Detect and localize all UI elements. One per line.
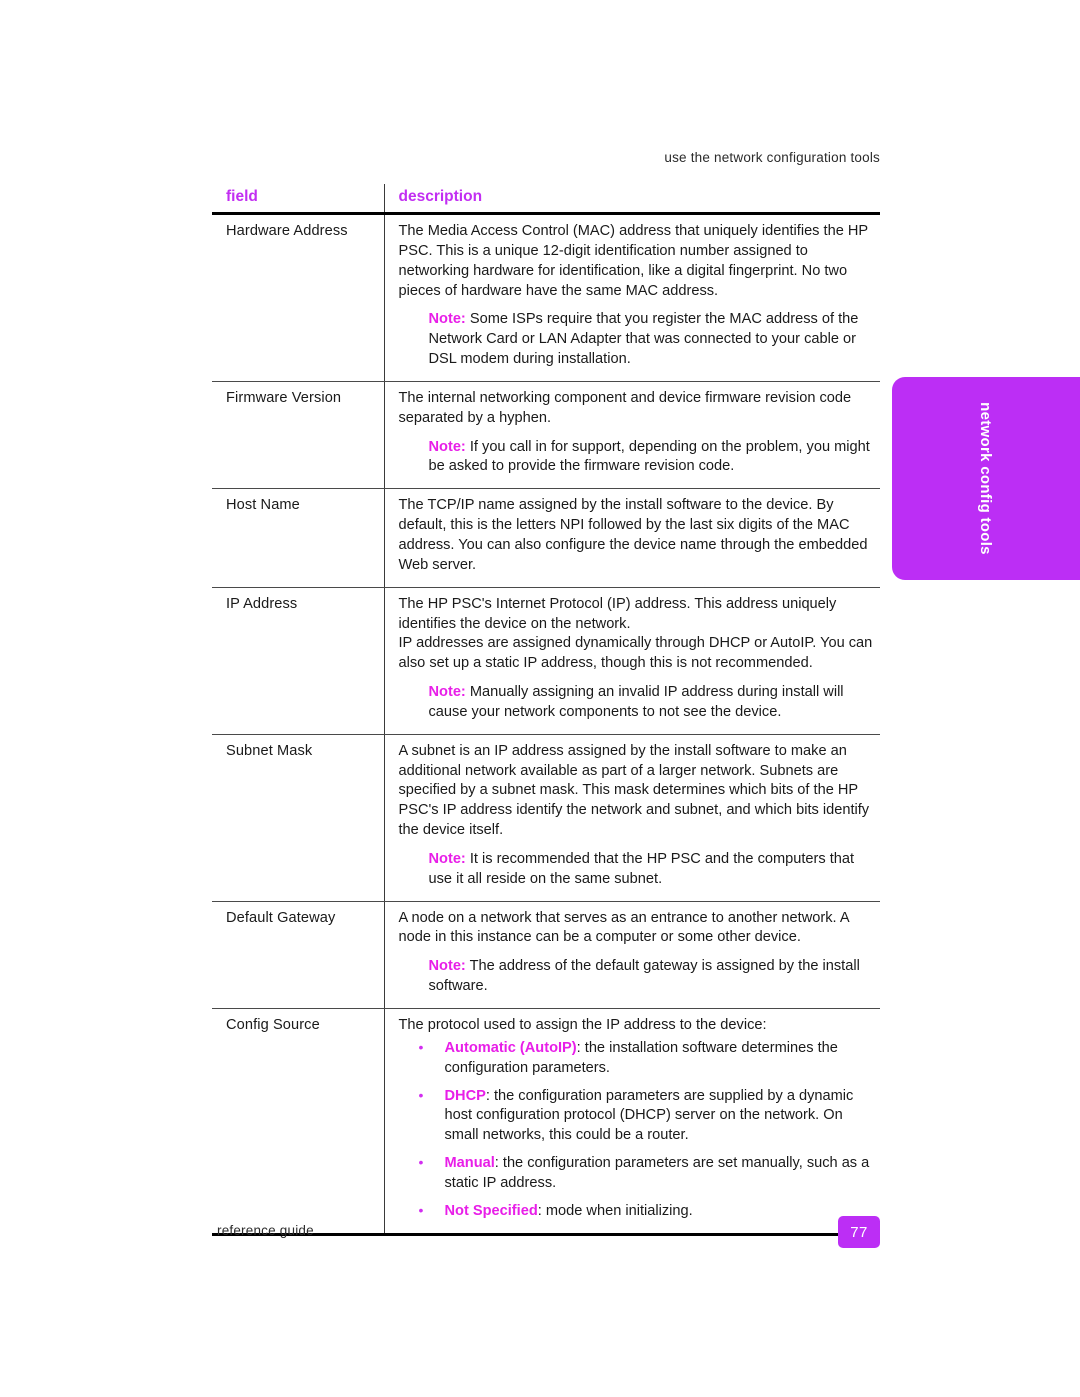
footer-label: reference guide <box>217 1223 314 1238</box>
table-row: Default Gateway A node on a network that … <box>212 901 880 1010</box>
side-thumb-tab: network config tools <box>892 377 1080 580</box>
note-label: Note: <box>428 850 466 867</box>
network-fields-table: field description Hardware Address The Me… <box>212 184 880 1233</box>
page-number-badge: 77 <box>838 1216 880 1248</box>
description-paragraph: The TCP/IP name assigned by the install … <box>398 497 868 573</box>
note-block: Note: Manually assigning an invalid IP a… <box>429 683 879 723</box>
note-block: Note: The address of the default gateway… <box>429 957 879 997</box>
note-block: Note: If you call in for support, depend… <box>429 438 879 478</box>
table-row: Config Source The protocol used to assign… <box>212 1008 880 1233</box>
field-name-cell: Default Gateway <box>212 901 384 1010</box>
field-description-cell: A node on a network that serves as an en… <box>383 901 880 1010</box>
bullet-term: Not Specified <box>444 1202 538 1219</box>
field-name-cell: Hardware Address <box>212 213 384 382</box>
field-name-cell: IP Address <box>212 587 384 735</box>
column-header-field: field <box>212 184 384 215</box>
bullet-text: : the configuration parameters are suppl… <box>444 1087 854 1144</box>
note-text: It is recommended that the HP PSC and th… <box>428 850 855 887</box>
field-name-cell: Host Name <box>212 488 384 588</box>
note-label: Note: <box>428 311 466 328</box>
field-description-cell: The internal networking component and de… <box>383 381 880 490</box>
bullet-text: : the configuration parameters are set m… <box>444 1155 870 1191</box>
note-text: Manually assigning an invalid IP address… <box>428 684 844 720</box>
table-row: IP Address The HP PSC's Internet Protocol… <box>212 587 880 735</box>
note-block: Note: It is recommended that the HP PSC … <box>429 850 879 890</box>
table-row: Host Name The TCP/IP name assigned by the… <box>212 488 880 588</box>
column-header-description: description <box>383 184 880 215</box>
field-name-cell: Config Source <box>226 1017 320 1033</box>
bullet-item: DHCP: the configuration parameters are s… <box>399 1086 879 1147</box>
field-description-cell: A subnet is an IP address assigned by th… <box>383 734 880 902</box>
config-source-bullet-list: Automatic (AutoIP): the installation sof… <box>399 1038 879 1222</box>
description-paragraph: The Media Access Control (MAC) address t… <box>398 223 868 299</box>
description-paragraph: IP addresses are assigned dynamically th… <box>398 635 873 672</box>
bullet-text: : mode when initializing. <box>537 1202 693 1219</box>
table-header-row: field description <box>212 184 880 215</box>
bullet-term: Automatic (AutoIP) <box>444 1039 577 1056</box>
bullet-term: DHCP <box>444 1087 486 1104</box>
side-thumb-tab-label: network config tools <box>977 402 995 555</box>
description-paragraph: The HP PSC's Internet Protocol (IP) addr… <box>398 595 837 632</box>
note-label: Note: <box>428 438 466 455</box>
note-text: The address of the default gateway is as… <box>428 958 860 995</box>
description-paragraph: The internal networking component and de… <box>398 389 852 426</box>
note-text: Some ISPs require that you register the … <box>428 311 859 368</box>
field-description-cell: The protocol used to assign the IP addre… <box>383 1008 880 1233</box>
table-row: Firmware Version The internal networking … <box>212 381 880 490</box>
network-fields-table-wrapper: field description Hardware Address The Me… <box>212 184 880 1237</box>
field-name-cell: Firmware Version <box>212 381 384 490</box>
bullet-item: Not Specified: mode when initializing. <box>399 1201 879 1222</box>
note-text: If you call in for support, depending on… <box>428 438 870 475</box>
field-description-cell: The HP PSC's Internet Protocol (IP) addr… <box>383 587 880 735</box>
field-description-cell: The Media Access Control (MAC) address t… <box>383 213 880 382</box>
field-description-cell: The TCP/IP name assigned by the install … <box>383 488 880 588</box>
running-header: use the network configuration tools <box>664 150 880 165</box>
note-label: Note: <box>428 958 466 975</box>
bullet-item: Automatic (AutoIP): the installation sof… <box>399 1038 879 1079</box>
bullet-item: Manual: the configuration parameters are… <box>399 1153 879 1194</box>
table-row: Hardware Address The Media Access Control… <box>212 213 880 382</box>
table-body: Hardware Address The Media Access Control… <box>212 213 880 1233</box>
document-page: use the network configuration tools netw… <box>0 0 1080 1397</box>
bullet-term: Manual <box>444 1155 495 1172</box>
table-row: Subnet Mask A subnet is an IP address ass… <box>212 734 880 902</box>
note-label: Note: <box>428 684 466 701</box>
note-block: Note: Some ISPs require that you registe… <box>429 310 879 370</box>
description-paragraph: A node on a network that serves as an en… <box>398 909 849 946</box>
description-paragraph: A subnet is an IP address assigned by th… <box>398 742 870 839</box>
field-name-cell: Subnet Mask <box>212 734 384 902</box>
description-paragraph: The protocol used to assign the IP addre… <box>398 1017 767 1033</box>
